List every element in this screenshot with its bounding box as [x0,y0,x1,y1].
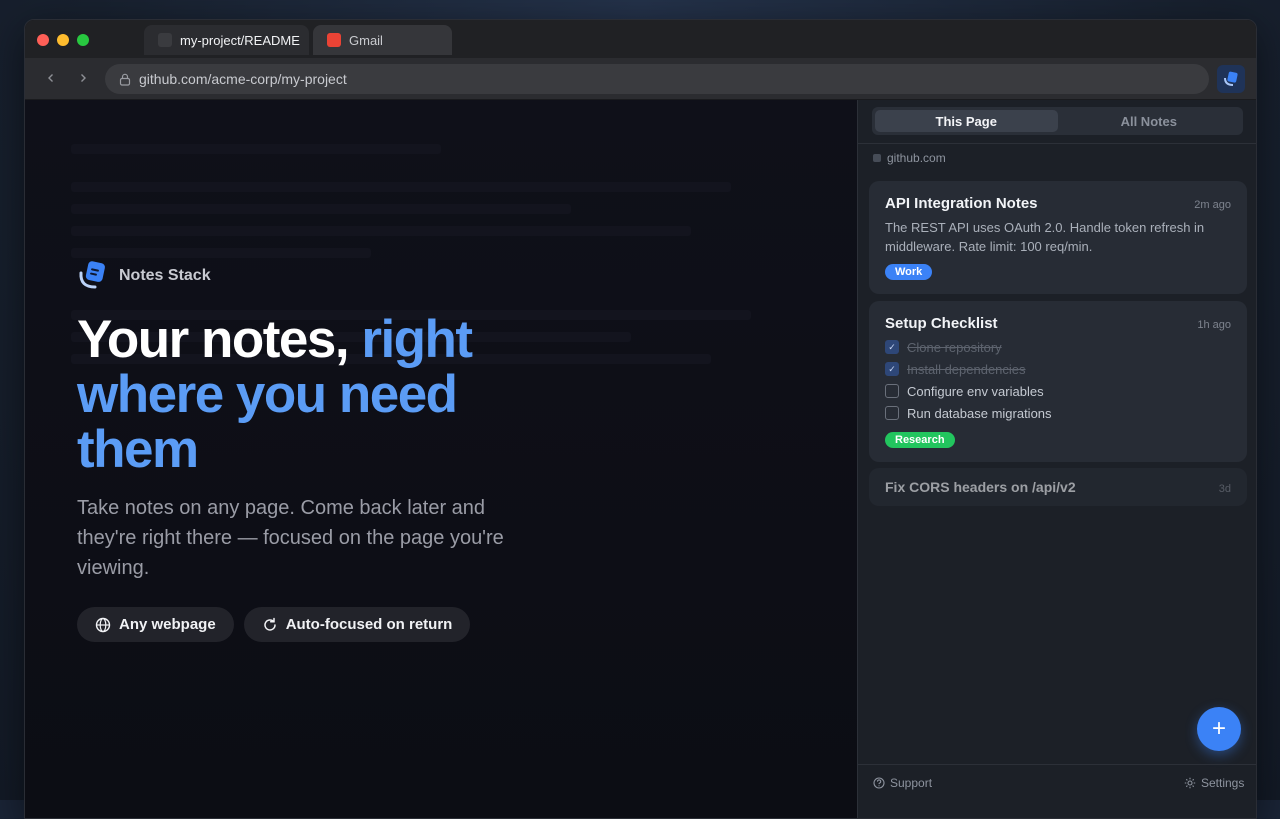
close-window-button[interactable] [37,34,49,46]
checklist-item: Configure env variables [885,380,1231,402]
checklist-item: ✓ Clone repository [885,336,1231,358]
feature-pill-auto-focused: Auto-focused on return [244,607,471,642]
divider [858,764,1256,765]
checklist-label: Install dependencies [907,362,1026,377]
support-link[interactable]: Support [873,776,932,790]
feature-pill-any-webpage: Any webpage [77,607,234,642]
background-text-line [71,226,691,236]
site-label: github.com [873,151,946,165]
forward-button[interactable] [73,68,93,88]
add-note-button[interactable]: + [1197,707,1241,751]
note-time: 3d [1219,483,1231,495]
chevron-left-icon [46,73,56,83]
checklist-item: ✓ Install dependencies [885,358,1231,380]
brand: Notes Stack [77,260,211,292]
checklist-label: Configure env variables [907,384,1044,399]
checklist-item: Run database migrations [885,402,1231,424]
tag-badge: Research [885,432,955,448]
feature-pills: Any webpage Auto-focused on return [77,607,470,642]
site-favicon-icon [873,154,881,162]
tab-readme[interactable]: my-project/README [144,25,309,55]
background-text-line [71,182,731,192]
site-domain: github.com [887,151,946,165]
globe-icon [95,617,111,633]
chevron-right-icon [78,73,88,83]
settings-label: Settings [1201,776,1244,790]
url-text: github.com/acme-corp/my-project [139,71,347,87]
note-card[interactable]: Setup Checklist 1h ago ✓ Clone repositor… [869,301,1247,462]
background-text-line [71,248,371,258]
refresh-icon [262,617,278,633]
tab-label: my-project/README [180,33,300,48]
hero-lead: Your notes, [77,310,361,369]
note-title: API Integration Notes [885,195,1038,212]
brand-name: Notes Stack [119,267,211,285]
note-card-collapsed[interactable]: Fix CORS headers on /api/v2 3d [869,468,1247,506]
window-controls [37,34,89,46]
panel-tabs: This Page All Notes [872,107,1243,135]
note-title: Setup Checklist [885,315,998,332]
feature-label: Auto-focused on return [286,616,453,633]
gmail-favicon-icon [327,33,341,47]
checklist-label: Run database migrations [907,406,1052,421]
support-label: Support [890,776,932,790]
note-title: Fix CORS headers on /api/v2 [885,479,1076,495]
minimize-window-button[interactable] [57,34,69,46]
notes-stack-logo-icon [1223,71,1239,87]
webpage-content: Notes Stack Your notes, right where you … [25,100,857,818]
notes-side-panel: This Page All Notes github.com API Integ… [857,100,1256,818]
feature-label: Any webpage [119,616,216,633]
checkbox[interactable]: ✓ [885,340,899,354]
tag-badge: Work [885,264,932,280]
note-card[interactable]: API Integration Notes 2m ago The REST AP… [869,181,1247,294]
tab-all-notes[interactable]: All Notes [1058,110,1241,132]
address-bar[interactable]: github.com/acme-corp/my-project [105,64,1209,94]
hero-heading: Your notes, right where you need them [77,312,547,477]
hero-subtitle: Take notes on any page. Come back later … [77,493,537,583]
background-text-line [71,144,441,154]
toolbar: github.com/acme-corp/my-project [25,58,1256,100]
lock-icon [119,73,131,86]
back-button[interactable] [41,68,61,88]
settings-link[interactable]: Settings [1184,776,1244,790]
divider [858,143,1256,144]
tab-bar: my-project/README Gmail [25,20,1256,58]
tab-label: Gmail [349,33,383,48]
notes-stack-logo-icon [77,260,109,292]
maximize-window-button[interactable] [77,34,89,46]
help-icon [873,777,885,789]
plus-icon: + [1212,715,1226,743]
note-time: 2m ago [1194,199,1231,211]
tab-this-page[interactable]: This Page [875,110,1058,132]
browser-window: my-project/README Gmail github.com/acme-… [24,19,1257,819]
checklist-label: Clone repository [907,340,1002,355]
checkbox[interactable] [885,406,899,420]
background-text-line [71,204,571,214]
gear-icon [1184,777,1196,789]
tab-gmail[interactable]: Gmail [313,25,452,55]
notes-stack-extension-button[interactable] [1217,65,1245,93]
note-body: The REST API uses OAuth 2.0. Handle toke… [885,218,1231,256]
checkbox[interactable]: ✓ [885,362,899,376]
checkbox[interactable] [885,384,899,398]
github-favicon-icon [158,33,172,47]
note-time: 1h ago [1197,319,1231,331]
